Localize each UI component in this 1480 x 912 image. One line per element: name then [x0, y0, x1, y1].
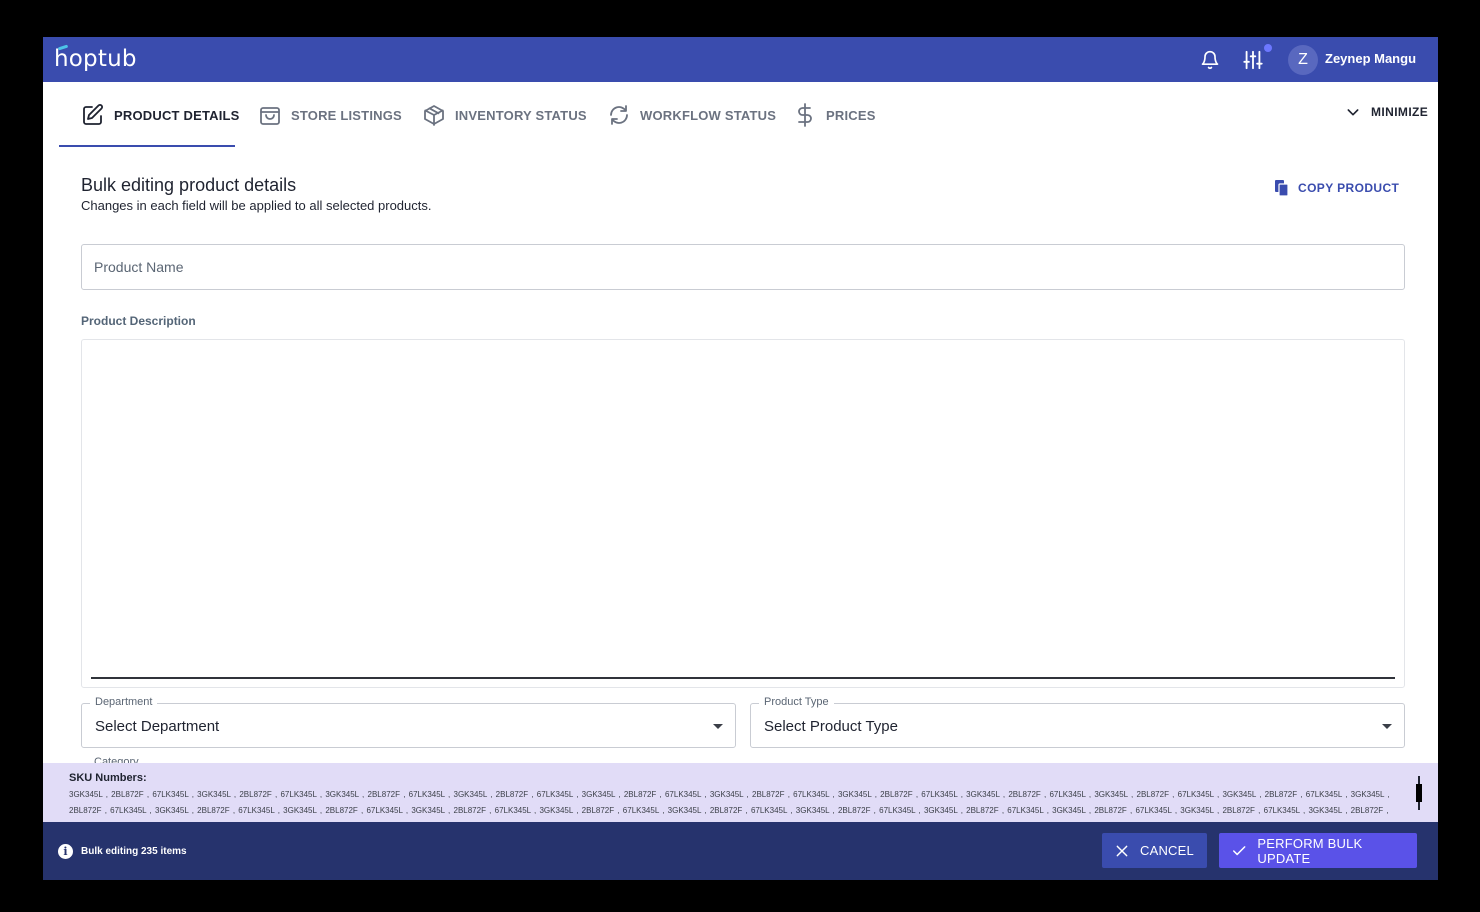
perform-bulk-update-button[interactable]: PERFORM BULK UPDATE — [1219, 833, 1417, 868]
department-label: Department — [90, 696, 158, 708]
info-icon: i — [58, 844, 73, 859]
bulk-action-bar: i Bulk editing 235 items CANCEL PERFORM … — [43, 822, 1438, 880]
close-icon — [1116, 845, 1128, 856]
active-tab-indicator — [59, 145, 235, 147]
tab-workflow-status[interactable]: WORKFLOW STATUS — [607, 82, 776, 148]
app-window: hoptub Z Zeynep Mangu PRODUCT DETAILS ST… — [43, 37, 1438, 880]
department-select[interactable]: Department Select Department — [81, 696, 736, 748]
copy-icon — [1275, 180, 1289, 197]
bell-icon[interactable] — [1200, 50, 1220, 70]
cancel-button[interactable]: CANCEL — [1102, 833, 1207, 868]
editor-underline — [91, 677, 1395, 679]
tab-store-listings[interactable]: STORE LISTINGS — [258, 82, 402, 148]
minimize-label: MINIMIZE — [1371, 105, 1429, 119]
product-name-input[interactable] — [82, 245, 1404, 289]
top-bar: hoptub Z Zeynep Mangu — [43, 37, 1438, 82]
page-subtitle: Changes in each field will be applied to… — [81, 198, 432, 213]
tab-label: PRICES — [826, 107, 876, 123]
minimize-button[interactable]: MINIMIZE — [1345, 104, 1428, 120]
chevron-down-icon — [1347, 109, 1359, 116]
avatar[interactable]: Z — [1288, 45, 1318, 75]
product-type-select[interactable]: Product Type Select Product Type — [750, 696, 1405, 748]
sku-scrollbar[interactable] — [1416, 776, 1422, 810]
dropdown-arrow-icon — [713, 724, 723, 729]
product-type-label: Product Type — [759, 696, 834, 708]
sku-line: 3GK345L , 2BL872F , 67LK345L , 3GK345L ,… — [69, 790, 1390, 799]
sku-line: 2BL872F , 67LK345L , 3GK345L , 2BL872F ,… — [69, 806, 1389, 815]
tab-prices[interactable]: PRICES — [793, 82, 876, 148]
tab-inventory-status[interactable]: INVENTORY STATUS — [422, 82, 587, 148]
scroll-thumb[interactable] — [1416, 784, 1422, 802]
bulk-info: i Bulk editing 235 items — [58, 844, 187, 859]
product-description-input[interactable] — [82, 340, 1404, 675]
product-type-value: Select Product Type — [764, 718, 898, 735]
cancel-label: CANCEL — [1140, 843, 1194, 858]
sku-title: SKU Numbers: — [69, 772, 147, 784]
app-logo[interactable]: hoptub — [54, 46, 137, 72]
edit-icon — [83, 104, 103, 125]
product-name-field — [81, 244, 1405, 290]
sku-list: 3GK345L , 2BL872F , 67LK345L , 3GK345L ,… — [69, 787, 1404, 819]
refresh-icon — [610, 105, 628, 125]
tab-label: WORKFLOW STATUS — [640, 107, 777, 123]
sliders-icon[interactable] — [1242, 49, 1264, 71]
dropdown-arrow-icon — [1382, 724, 1392, 729]
bulk-info-text: Bulk editing 235 items — [81, 846, 187, 857]
user-name[interactable]: Zeynep Mangu — [1325, 51, 1416, 66]
copy-product-label: COPY PRODUCT — [1298, 181, 1400, 195]
notification-dot — [1264, 44, 1272, 52]
product-description-label: Product Description — [81, 314, 196, 328]
box-icon — [424, 105, 444, 126]
tab-label: STORE LISTINGS — [291, 107, 402, 123]
department-value: Select Department — [95, 718, 220, 735]
tab-label: PRODUCT DETAILS — [114, 107, 240, 123]
check-icon — [1232, 845, 1246, 855]
tab-product-details[interactable]: PRODUCT DETAILS — [81, 82, 240, 148]
tab-label: INVENTORY STATUS — [455, 107, 587, 123]
dollar-icon — [798, 103, 812, 127]
sku-numbers-panel: SKU Numbers: 3GK345L , 2BL872F , 67LK345… — [43, 763, 1438, 822]
page-title: Bulk editing product details — [81, 175, 297, 195]
perform-label: PERFORM BULK UPDATE — [1257, 835, 1363, 866]
product-description-editor — [81, 339, 1405, 688]
copy-product-button[interactable]: COPY PRODUCT — [1274, 179, 1399, 197]
shopping-bag-icon — [260, 107, 280, 125]
